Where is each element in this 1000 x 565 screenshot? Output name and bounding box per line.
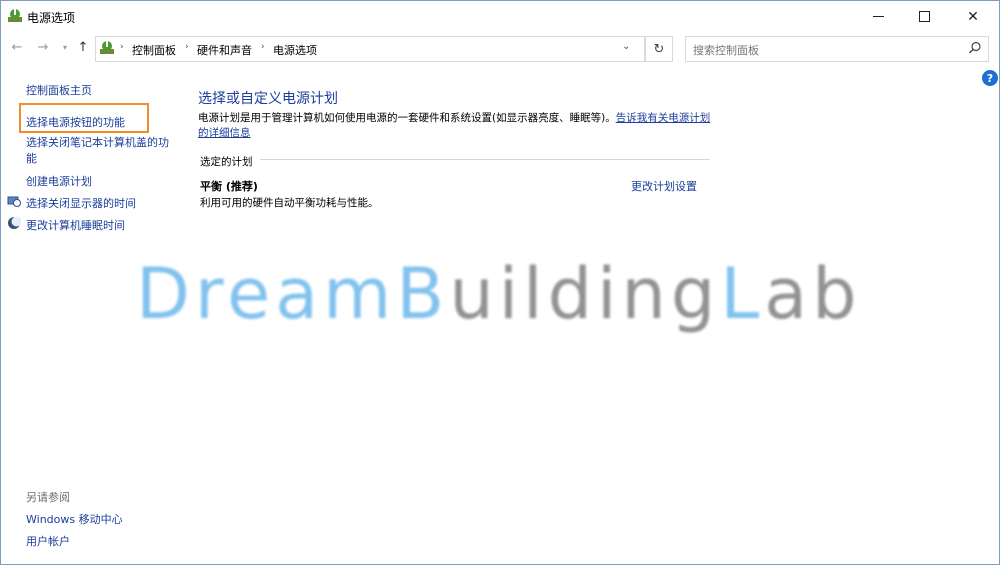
watermark-part: uilding (449, 253, 721, 335)
display-shield-icon (7, 196, 21, 207)
plan-name: 平衡 (推荐) (200, 180, 258, 193)
breadcrumb-hardware-sound[interactable]: 硬件和声音 (197, 42, 252, 58)
window-title: 电源选项 (27, 11, 76, 25)
sidebar-lid-close-function[interactable]: 选择关闭笔记本计算机盖的功能 (26, 135, 171, 167)
breadcrumb-separator-icon: › (261, 42, 265, 52)
moon-icon (8, 216, 21, 229)
watermark-part: B (396, 253, 450, 335)
sidebar-display-off-time[interactable]: 选择关闭显示器的时间 (26, 195, 136, 211)
see-also-heading: 另请参阅 (26, 491, 70, 504)
power-options-window: 电源选项 ✕ ← → ▾ ↑ › 控制面板 › 硬件和声音 › 电源选项 ⌄ ↻… (0, 0, 1000, 565)
title-bar: 电源选项 ✕ (1, 1, 999, 32)
see-also-user-accounts[interactable]: 用户帐户 (26, 533, 70, 549)
selected-plan-section-label: 选定的计划 (200, 156, 253, 168)
back-button[interactable]: ← (9, 40, 25, 55)
sidebar-control-panel-home[interactable]: 控制面板主页 (26, 82, 92, 98)
help-button[interactable]: ? (982, 70, 998, 86)
refresh-icon: ↻ (653, 41, 665, 57)
sidebar-create-power-plan[interactable]: 创建电源计划 (26, 173, 92, 189)
watermark-part: Dream (136, 253, 397, 335)
search-input[interactable]: 搜索控制面板 (693, 42, 759, 58)
up-button[interactable]: ↑ (75, 40, 91, 55)
minimize-button[interactable] (855, 1, 901, 32)
forward-button[interactable]: → (35, 40, 51, 55)
watermark-part: ab (764, 253, 862, 335)
close-icon: ✕ (967, 8, 979, 25)
breadcrumb-separator-icon: › (120, 42, 124, 52)
address-dropdown-icon[interactable]: ⌄ (622, 41, 630, 52)
section-divider (260, 159, 710, 160)
change-plan-settings-link[interactable]: 更改计划设置 (631, 178, 697, 194)
page-title: 选择或自定义电源计划 (198, 91, 338, 107)
watermark-part: L (720, 253, 765, 335)
recent-locations-dropdown[interactable]: ▾ (57, 43, 73, 52)
sidebar-sleep-time[interactable]: 更改计算机睡眠时间 (26, 217, 125, 233)
breadcrumb-control-panel[interactable]: 控制面板 (132, 42, 176, 58)
power-options-app-icon (8, 9, 22, 22)
breadcrumb-power-options[interactable]: 电源选项 (273, 42, 317, 58)
sidebar-power-button-function[interactable]: 选择电源按钮的功能 (26, 114, 125, 130)
plan-description: 利用可用的硬件自动平衡功耗与性能。 (200, 197, 379, 209)
watermark-logo: DreamBuildingLab (136, 253, 862, 335)
refresh-button[interactable]: ↻ (645, 36, 673, 62)
maximize-button[interactable] (901, 1, 947, 32)
breadcrumb-separator-icon: › (185, 42, 189, 52)
navigation-bar: ← → ▾ ↑ › 控制面板 › 硬件和声音 › 电源选项 ⌄ ↻ 搜索控制面板 (1, 33, 999, 63)
page-description: 电源计划是用于管理计算机如何使用电源的一套硬件和系统设置(如显示器亮度、睡眠等)… (198, 111, 713, 141)
control-panel-icon (100, 41, 114, 54)
maximize-icon (918, 11, 930, 22)
description-text: 电源计划是用于管理计算机如何使用电源的一套硬件和系统设置(如显示器亮度、睡眠等)… (198, 112, 616, 124)
search-box[interactable]: 搜索控制面板 (685, 36, 989, 62)
minimize-icon (872, 16, 884, 17)
address-bar[interactable]: › 控制面板 › 硬件和声音 › 电源选项 ⌄ (95, 36, 645, 62)
search-icon[interactable] (968, 41, 982, 55)
close-button[interactable]: ✕ (950, 1, 996, 32)
see-also-mobility-center[interactable]: Windows 移动中心 (26, 511, 123, 527)
